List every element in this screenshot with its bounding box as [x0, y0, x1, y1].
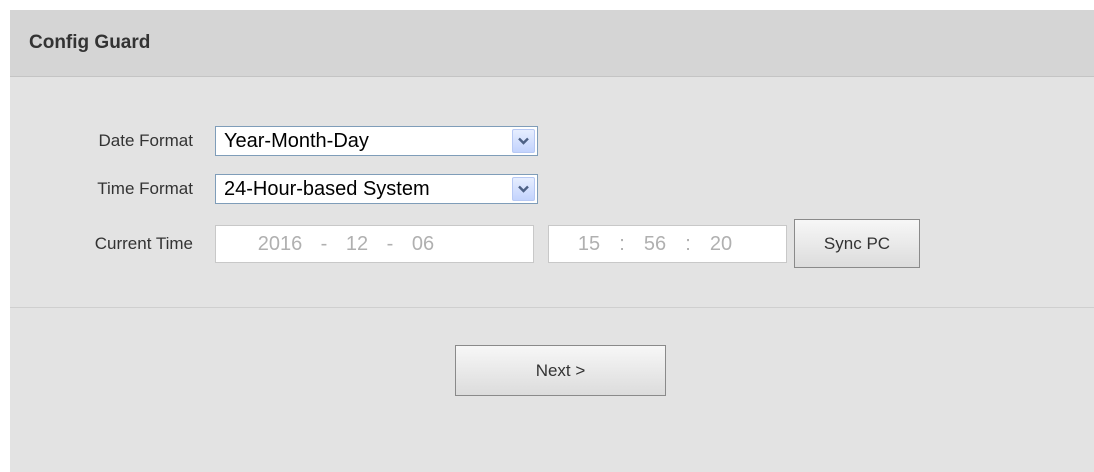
time-separator: :: [619, 232, 625, 255]
date-format-value: Year-Month-Day: [224, 129, 369, 152]
current-time-row: Current Time 2016 - 12 - 06 15 : 56 : 20…: [10, 219, 1094, 268]
panel-header: Config Guard: [10, 10, 1094, 77]
hour-field[interactable]: 15: [574, 233, 604, 256]
time-format-label: Time Format: [97, 179, 193, 198]
date-separator: -: [320, 232, 328, 255]
time-format-value: 24-Hour-based System: [224, 177, 430, 200]
date-format-select[interactable]: Year-Month-Day: [215, 126, 538, 156]
time-separator: :: [685, 232, 691, 255]
second-field[interactable]: 20: [706, 233, 736, 256]
sync-pc-button[interactable]: Sync PC: [794, 219, 920, 268]
date-format-label: Date Format: [98, 131, 193, 150]
minute-field[interactable]: 56: [640, 233, 670, 256]
date-format-row: Date Format Year-Month-Day: [10, 126, 1094, 156]
config-guard-panel: Config Guard Date Format Year-Month-Day …: [10, 10, 1094, 472]
year-field[interactable]: 2016: [254, 233, 306, 256]
date-input[interactable]: 2016 - 12 - 06: [215, 225, 534, 263]
time-format-select[interactable]: 24-Hour-based System: [215, 174, 538, 204]
time-input[interactable]: 15 : 56 : 20: [548, 225, 787, 263]
day-field[interactable]: 06: [408, 233, 438, 256]
config-form: Date Format Year-Month-Day Time Format 2…: [10, 77, 1094, 308]
page-title: Config Guard: [29, 32, 151, 53]
chevron-down-icon[interactable]: [512, 129, 535, 153]
next-button[interactable]: Next >: [455, 345, 666, 396]
current-time-label: Current Time: [94, 234, 193, 253]
chevron-down-icon[interactable]: [512, 177, 535, 201]
time-format-row: Time Format 24-Hour-based System: [10, 174, 1094, 204]
month-field[interactable]: 12: [342, 233, 372, 256]
date-separator: -: [386, 232, 394, 255]
